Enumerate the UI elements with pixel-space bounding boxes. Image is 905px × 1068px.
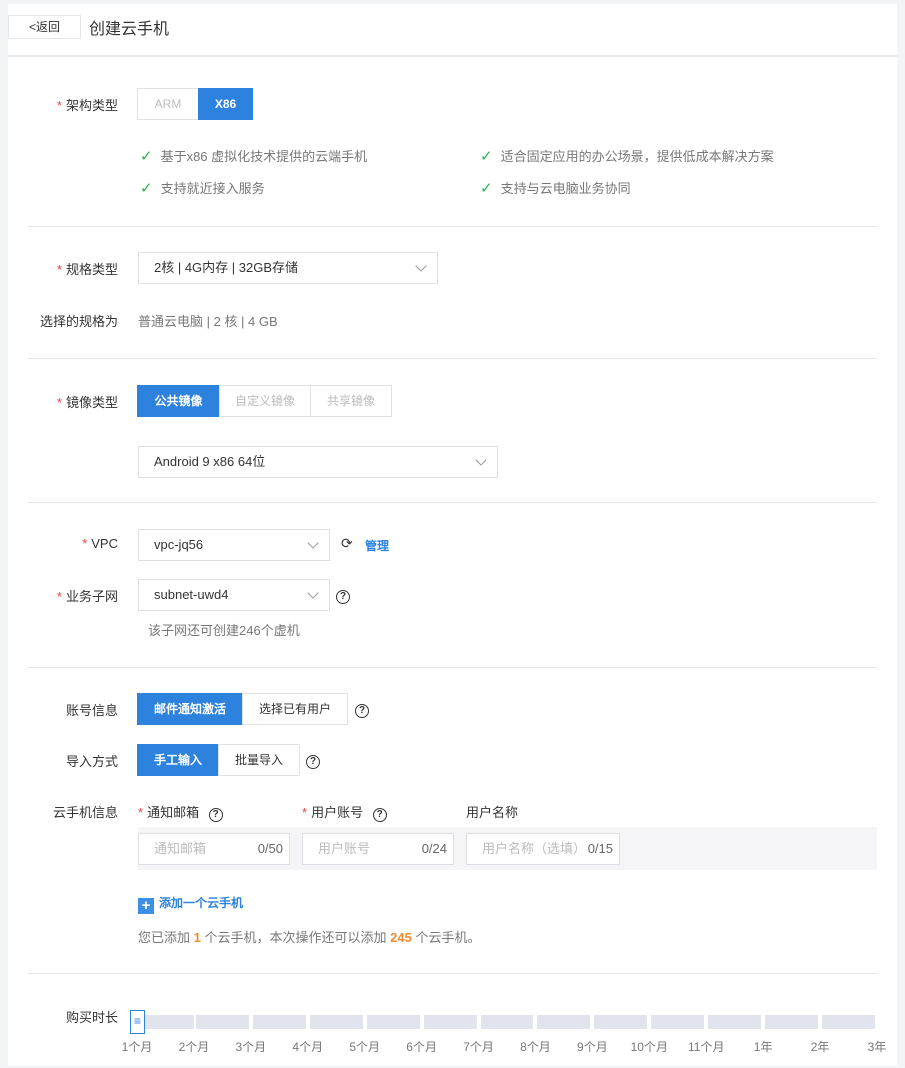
slider-tick-label[interactable]: 11个月 [681,1038,731,1055]
divider [28,667,877,668]
divider [8,55,897,57]
subnet-label: * 业务子网 [56,589,118,604]
feature-item: ✓ 基于x86 虚拟化技术提供的云端手机 [140,148,368,165]
phone-info-label: 云手机信息 [52,805,118,820]
import-toggle: 手工输入 批量导入 [137,744,300,776]
check-icon: ✓ [480,148,493,165]
help-icon[interactable]: ? [355,701,369,718]
chevron-down-icon [307,587,319,599]
vpc-select[interactable]: vpc-jq56 [138,529,330,561]
page-title: 创建云手机 [89,21,170,38]
slider-segment[interactable] [195,1015,249,1029]
image-select[interactable]: Android 9 x86 64位 [138,446,498,478]
slider-segment[interactable] [594,1015,648,1029]
arch-toggle: ARM X86 [137,88,253,120]
slider-tick-label[interactable]: 2年 [795,1038,845,1055]
slider-segment[interactable] [141,1015,194,1029]
slider-tick-label[interactable]: 1年 [738,1038,788,1055]
subnet-hint: 该子网还可创建246个虚机 [148,623,300,638]
slider-tick-label[interactable]: 8个月 [510,1038,560,1055]
divider [28,358,877,359]
feature-item: ✓ 支持与云电脑业务协同 [480,180,631,197]
tab-custom-image[interactable]: 自定义镜像 [219,385,311,417]
check-icon: ✓ [140,148,153,165]
slider-segment[interactable] [252,1015,306,1029]
help-icon: ? [372,808,387,822]
option-manual[interactable]: 手工输入 [137,744,219,776]
back-button[interactable]: <返回 [8,15,81,39]
slider-segment[interactable] [309,1015,363,1029]
divider [28,226,877,227]
slider-tick-label[interactable]: 3年 [852,1038,902,1055]
divider [28,973,877,974]
image-label: * 镜像类型 [56,395,118,410]
import-label: 导入方式 [65,754,118,769]
slider-tick-label[interactable]: 5个月 [340,1038,390,1055]
option-batch[interactable]: 批量导入 [218,744,300,776]
help-icon[interactable]: ? [306,752,320,769]
option-email-activate[interactable]: 邮件通知激活 [137,693,243,725]
check-icon: ✓ [140,180,153,197]
account-toggle: 邮件通知激活 选择已有用户 [137,693,348,725]
spec-select[interactable]: 2核 | 4G内存 | 32GB存储 [138,252,438,284]
slider-tick-label[interactable]: 2个月 [169,1038,219,1055]
help-icon[interactable]: ? [336,587,350,604]
slider-segment[interactable] [765,1015,819,1029]
refresh-icon[interactable]: ⟳ [341,535,353,552]
manage-link[interactable]: 管理 [365,537,389,554]
subnet-select[interactable]: subnet-uwd4 [138,579,330,611]
col-username: 用户名称 [466,805,519,820]
feature-item: ✓ 支持就近接入服务 [140,180,265,197]
slider-segment[interactable] [366,1015,420,1029]
slider-tick-label[interactable]: 10个月 [624,1038,674,1055]
slider-segment[interactable] [708,1015,762,1029]
slider-tick-label[interactable]: 4个月 [283,1038,333,1055]
slider-segment[interactable] [651,1015,705,1029]
selected-spec-value: 普通云电脑 | 2 核 | 4 GB [138,314,278,329]
plus-icon: + [138,898,154,914]
col-account: * 用户账号 ? [302,802,387,822]
image-tabs: 公共镜像 自定义镜像 共享镜像 [137,385,392,417]
slider-handle[interactable]: ≡ [130,1010,145,1034]
chevron-down-icon [475,454,487,466]
help-icon: ? [208,808,223,822]
feature-item: ✓ 适合固定应用的办公场景，提供低成本解决方案 [480,148,774,165]
arch-label: * 架构类型 [56,98,118,113]
account-label: 账号信息 [65,703,118,718]
slider-segment[interactable] [423,1015,477,1029]
option-existing-user[interactable]: 选择已有用户 [242,693,348,725]
tab-shared-image[interactable]: 共享镜像 [310,385,392,417]
slider-segment[interactable] [480,1015,534,1029]
slider-tick-label[interactable]: 9个月 [567,1038,617,1055]
chevron-down-icon [307,537,319,549]
col-email: * 通知邮箱 ? [138,802,223,822]
arch-option-x86[interactable]: X86 [198,88,253,120]
account-input[interactable]: 用户账号 0/24 [302,833,454,865]
vpc-label: * VPC [82,536,118,551]
slider-tick-label[interactable]: 1个月 [112,1038,162,1055]
add-phone-button[interactable]: + 添加一个云手机 [138,894,243,914]
slider-tick-label[interactable]: 3个月 [226,1038,276,1055]
username-input[interactable]: 用户名称（选填） 0/15 [466,833,620,865]
check-icon: ✓ [480,180,493,197]
add-summary: 您已添加 1 个云手机，本次操作还可以添加 245 个云手机。 [138,930,481,945]
spec-label: * 规格类型 [56,262,118,277]
tab-public-image[interactable]: 公共镜像 [137,385,220,417]
selected-spec-label: 选择的规格为 [39,314,118,329]
email-input[interactable]: 通知邮箱 0/50 [138,833,290,865]
slider-segment[interactable] [537,1015,591,1029]
slider-segment[interactable] [822,1015,875,1029]
duration-label: 购买时长 [65,1010,118,1025]
arch-option-arm[interactable]: ARM [137,88,199,120]
chevron-down-icon [415,260,427,272]
slider-tick-label[interactable]: 7个月 [454,1038,504,1055]
slider-tick-label[interactable]: 6个月 [397,1038,447,1055]
divider [28,502,877,503]
